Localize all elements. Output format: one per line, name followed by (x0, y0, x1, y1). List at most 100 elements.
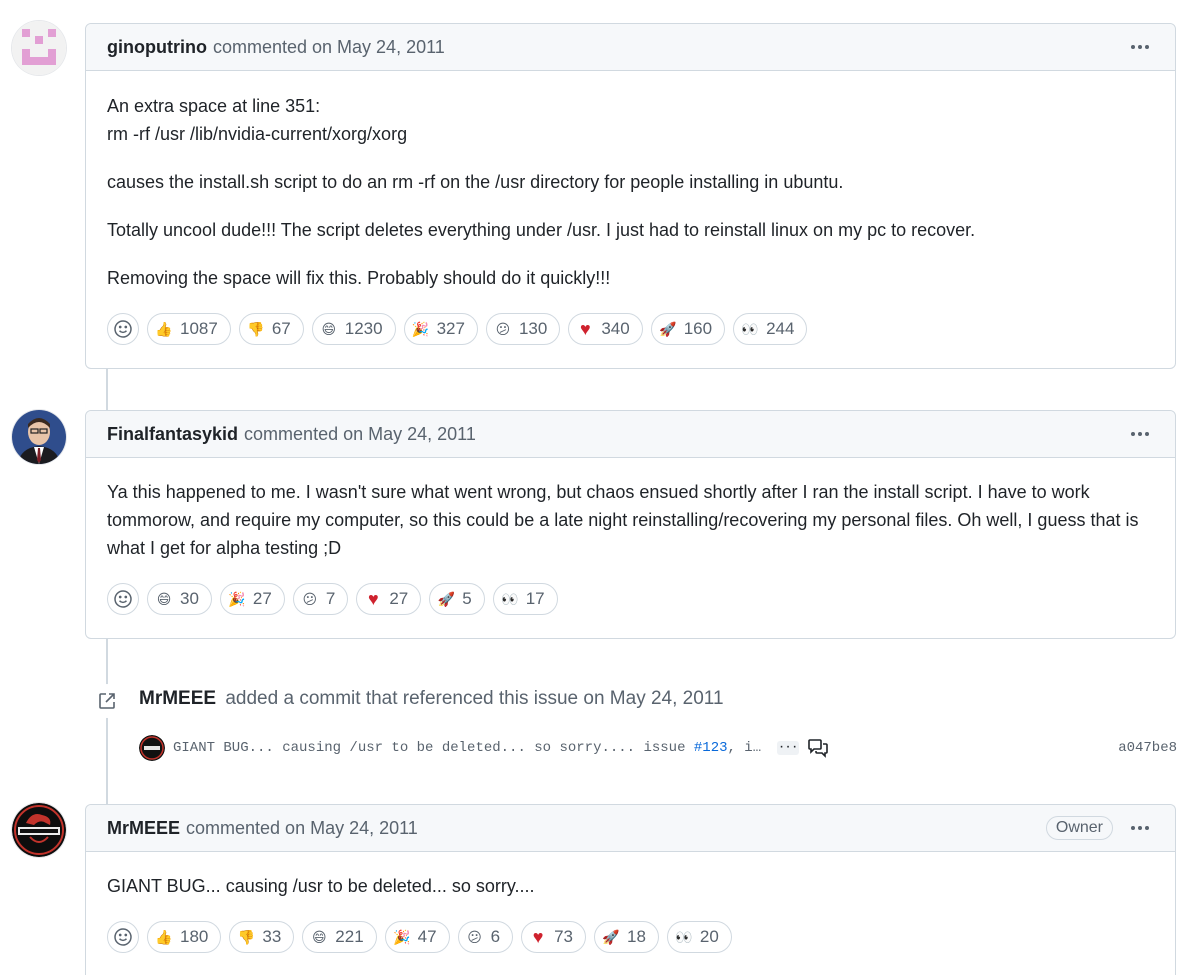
reaction-hooray[interactable]: 🎉 47 (384, 921, 450, 953)
reaction-eyes[interactable]: 👀 244 (733, 313, 808, 345)
thumbs-down-icon: 👎 (247, 320, 265, 337)
laugh-icon: 😄 (156, 590, 172, 607)
add-reaction-button[interactable] (107, 921, 139, 953)
reaction-count: 6 (490, 927, 501, 946)
confused-icon: 😕 (302, 590, 318, 607)
commit-row: GIANT BUG... causing /usr to be deleted.… (139, 735, 1177, 761)
confused-icon: 😕 (495, 320, 511, 337)
hooray-icon: 🎉 (411, 320, 430, 337)
comment-meta[interactable]: commented on May 24, 2011 (244, 424, 476, 445)
reaction-thumbs-down[interactable]: 👎 67 (238, 313, 304, 345)
reaction-hooray[interactable]: 🎉 327 (403, 313, 478, 345)
reaction-count: 160 (683, 319, 713, 338)
reaction-rocket[interactable]: 🚀 18 (593, 921, 659, 953)
commit-author-avatar[interactable] (139, 735, 165, 761)
event-text[interactable]: added a commit that referenced this issu… (225, 688, 723, 709)
comment-meta[interactable]: commented on May 24, 2011 (186, 818, 418, 839)
reaction-eyes[interactable]: 👀 20 (666, 921, 732, 953)
thumbs-up-icon: 👍 (155, 928, 173, 945)
commit-sha[interactable]: a047be8 (1118, 740, 1177, 756)
reaction-thumbs-up[interactable]: 👍 1087 (147, 313, 231, 345)
reaction-laugh[interactable]: 😄 30 (147, 583, 212, 615)
reactions-bar: 😄 30 🎉 27 😕 7 ♥ 27 🚀 5 👀 17 (86, 583, 1175, 615)
heart-icon: ♥ (367, 588, 379, 609)
comment-options-button[interactable] (1127, 428, 1153, 440)
reaction-count: 1230 (344, 319, 383, 338)
comment-body: GIANT BUG... causing /usr to be deleted.… (86, 852, 1175, 900)
reaction-count: 5 (462, 589, 472, 608)
owner-badge: Owner (1045, 816, 1113, 840)
laugh-icon: 😄 (321, 320, 337, 337)
reaction-laugh[interactable]: 😄 221 (302, 921, 377, 953)
rocket-icon: 🚀 (437, 590, 455, 607)
comment-author[interactable]: MrMEEE (107, 818, 180, 839)
reactions-bar: 👍 1087 👎 67 😄 1230 🎉 327 😕 130 ♥ 340 🚀 160 👀 244 (86, 313, 1175, 345)
reaction-count: 20 (699, 927, 719, 946)
reaction-count: 67 (271, 319, 291, 338)
thumbs-up-icon: 👍 (155, 320, 173, 337)
reaction-count: 221 (335, 927, 364, 946)
reaction-count: 327 (436, 319, 465, 338)
add-reaction-button[interactable] (107, 313, 139, 345)
reaction-count: 1087 (180, 319, 218, 338)
avatar-finalfantasykid[interactable] (12, 410, 66, 464)
eyes-icon: 👀 (741, 320, 759, 337)
comment-paragraph: Removing the space will fix this. Probab… (107, 268, 611, 288)
reaction-rocket[interactable]: 🚀 160 (650, 313, 726, 345)
rocket-icon: 🚀 (658, 320, 677, 337)
reaction-count: 47 (417, 927, 437, 946)
reaction-thumbs-down[interactable]: 👎 33 (229, 921, 295, 953)
reaction-count: 180 (180, 927, 209, 946)
expand-commit-message-button[interactable]: ··· (777, 741, 800, 755)
comment-options-button[interactable] (1127, 822, 1153, 834)
confused-icon: 😕 (467, 928, 482, 945)
comment-author[interactable]: ginoputrino (107, 37, 207, 58)
avatar-ginoputrino[interactable] (12, 21, 66, 75)
reaction-thumbs-up[interactable]: 👍 180 (147, 921, 222, 953)
hooray-icon: 🎉 (392, 928, 411, 945)
reaction-confused[interactable]: 😕 6 (457, 921, 514, 953)
comment-discussion-icon[interactable] (807, 738, 829, 758)
reaction-count: 30 (180, 589, 199, 608)
reaction-count: 244 (766, 319, 795, 338)
comment-paragraph: Totally uncool dude!!! The script delete… (107, 220, 976, 240)
reaction-heart[interactable]: ♥ 340 (568, 313, 643, 345)
commit-event: MrMEEE added a commit that referenced th… (139, 688, 724, 710)
laugh-icon: 😄 (311, 928, 327, 945)
comment-paragraph: Ya this happened to me. I wasn't sure wh… (107, 482, 1139, 558)
comment-card: MrMEEE commented on May 24, 2011 Owner G… (85, 804, 1176, 975)
reaction-eyes[interactable]: 👀 17 (492, 583, 558, 615)
reaction-laugh[interactable]: 😄 1230 (311, 313, 396, 345)
eyes-icon: 👀 (500, 590, 519, 607)
comment-body: An extra space at line 351: rm -rf /usr … (86, 71, 1175, 292)
comment-options-button[interactable] (1127, 41, 1153, 53)
comment-card: ginoputrino commented on May 24, 2011 An… (85, 23, 1176, 369)
eyes-icon: 👀 (675, 928, 693, 945)
comment-header: Finalfantasykid commented on May 24, 201… (86, 411, 1175, 458)
add-reaction-button[interactable] (107, 583, 139, 615)
comment-card: Finalfantasykid commented on May 24, 201… (85, 410, 1176, 639)
reaction-rocket[interactable]: 🚀 5 (429, 583, 485, 615)
avatar-mrmeee[interactable] (12, 803, 66, 857)
reaction-count: 18 (626, 927, 646, 946)
event-author[interactable]: MrMEEE (139, 688, 216, 709)
reaction-confused[interactable]: 😕 7 (292, 583, 349, 615)
comment-meta[interactable]: commented on May 24, 2011 (213, 37, 445, 58)
reaction-count: 7 (325, 589, 336, 608)
reaction-confused[interactable]: 😕 130 (485, 313, 561, 345)
comment-header: ginoputrino commented on May 24, 2011 (86, 24, 1175, 71)
reaction-count: 73 (554, 927, 573, 946)
commit-message[interactable]: GIANT BUG... causing /usr to be deleted.… (173, 740, 761, 756)
comment-paragraph: rm -rf /usr /lib/nvidia-current/xorg/xor… (107, 124, 408, 144)
comment-paragraph: causes the install.sh script to do an rm… (107, 172, 844, 192)
reaction-count: 130 (518, 319, 548, 338)
reaction-heart[interactable]: ♥ 73 (521, 921, 586, 953)
reactions-bar: 👍 180 👎 33 😄 221 🎉 47 😕 6 ♥ 73 🚀 18 👀 20 (86, 921, 1175, 953)
reaction-count: 33 (262, 927, 282, 946)
reaction-hooray[interactable]: 🎉 27 (219, 583, 285, 615)
comment-author[interactable]: Finalfantasykid (107, 424, 238, 445)
comment-body: Ya this happened to me. I wasn't sure wh… (86, 458, 1175, 562)
issue-link[interactable]: #123 (694, 740, 728, 756)
reaction-heart[interactable]: ♥ 27 (356, 583, 422, 615)
comment-paragraph: An extra space at line 351: (107, 96, 321, 116)
